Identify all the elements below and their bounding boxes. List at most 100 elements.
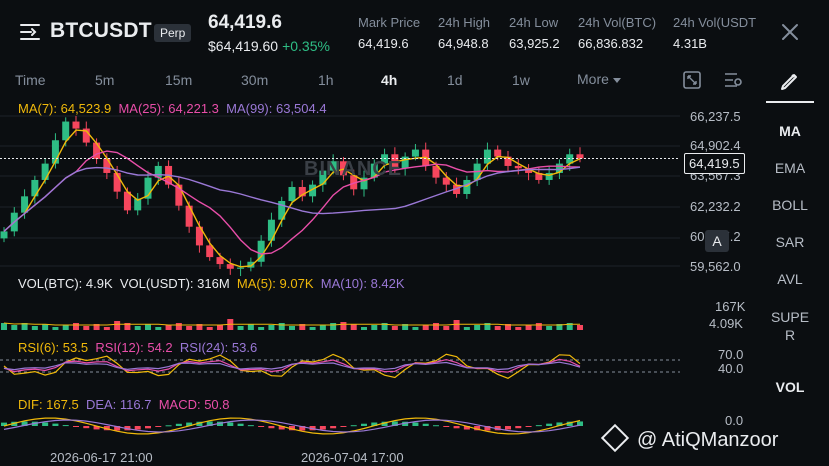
macd-legend: DIF: 167.5 DEA: 116.7 MACD: 50.8 [18, 397, 230, 412]
candle-body [0, 231, 8, 239]
candle-body [576, 154, 584, 159]
close-icon[interactable] [778, 20, 802, 44]
more-intervals-dropdown[interactable]: More [577, 71, 621, 87]
volume-bar [577, 325, 583, 330]
volume-bar [155, 327, 162, 330]
legend-rsi12: RSI(12): 54.2 [95, 340, 173, 355]
volume-bar [494, 326, 501, 330]
macd-bar [237, 423, 244, 426]
legend-rsi6: RSI(6): 53.5 [18, 340, 89, 355]
draw-tool-underline [766, 101, 814, 103]
macd-bar [330, 426, 337, 429]
candles [0, 115, 584, 277]
candle-body [463, 179, 471, 194]
stat-label: 24h Vol(USDT [673, 15, 757, 30]
volume-bar [474, 325, 481, 330]
volume-bar [83, 326, 90, 330]
candle-body [237, 267, 245, 269]
time-axis-label: 2026-06-17 21:00 [50, 450, 153, 465]
legend-ma99: MA(99): 63,504.4 [226, 101, 327, 116]
macd-bar [422, 423, 429, 426]
volume-bar [433, 323, 439, 330]
tab-1w[interactable]: 1w [512, 72, 530, 88]
macd-bar [268, 426, 275, 429]
volume-bar [546, 326, 553, 330]
indicator-ema[interactable]: EMA [762, 160, 818, 176]
rsi12-line [3, 358, 581, 373]
tab-15m[interactable]: 15m [165, 72, 192, 88]
volume-bar [463, 327, 470, 330]
macd-bar [62, 425, 69, 427]
stat-24h-low: 24h Low 63,925.2 [509, 15, 560, 51]
last-price: 64,419.6 [208, 12, 282, 33]
tab-time[interactable]: Time [15, 72, 46, 88]
macd-bar [505, 426, 511, 430]
volume-bar [309, 327, 316, 330]
menu-icon[interactable] [18, 20, 42, 44]
indicator-sar[interactable]: SAR [762, 234, 818, 250]
symbol-title[interactable]: BTCUSDT [50, 19, 152, 43]
rsi-legend: RSI(6): 53.5 RSI(12): 54.2 RSI(24): 53.6 [18, 340, 257, 355]
price-axis-label: 59,562.0 [690, 259, 741, 274]
candle-body [93, 142, 101, 159]
macd-bar [525, 426, 532, 427]
volume-bar [103, 327, 110, 330]
volume-bar [361, 327, 367, 330]
binance-logo-icon [600, 423, 630, 453]
tab-1d[interactable]: 1d [447, 72, 463, 88]
volume-bar [268, 325, 275, 330]
time-axis-label: 2026-07-04 17:00 [301, 450, 404, 465]
volume-ma-line [3, 322, 580, 326]
indicator-boll[interactable]: BOLL [762, 197, 818, 213]
volume-bar [42, 324, 49, 330]
volume-bar [330, 323, 337, 330]
macd-bar [433, 425, 439, 427]
binance-watermark: BINANCE [304, 158, 403, 180]
macd-bar [535, 425, 542, 427]
macd-bar [175, 423, 182, 426]
macd-bar [83, 426, 90, 429]
legend-vol-btc: VOL(BTC): 4.9K [18, 276, 113, 291]
volume-bar [289, 326, 295, 330]
volume-bar [247, 324, 254, 330]
stat-value: 66,836.832 [578, 36, 644, 51]
legend-ma25: MA(25): 64,221.3 [118, 101, 219, 116]
auto-scale-button[interactable]: A [705, 230, 729, 252]
chevron-down-icon [612, 77, 621, 83]
macd-bar [247, 425, 254, 427]
indicator-avl[interactable]: AVL [762, 271, 818, 287]
stat-mark-price: Mark Price 64,419.6 [358, 15, 420, 51]
ma-legend: MA(7): 64,523.9 MA(25): 64,221.3 MA(99):… [18, 101, 327, 116]
volume-bar [340, 322, 347, 330]
legend-ma7: MA(7): 64,523.9 [18, 101, 112, 116]
fullscreen-icon[interactable] [682, 70, 702, 90]
macd-bar [319, 426, 326, 430]
candle-body [31, 179, 39, 197]
indicator-vol[interactable]: VOL [762, 379, 818, 395]
volume-bar [535, 323, 542, 330]
indicator-super[interactable]: SUPER [770, 308, 810, 344]
volume-bar [237, 326, 244, 330]
rsi-axis-label: 40.0 [718, 361, 744, 376]
volume-bar [350, 324, 357, 330]
legend-vol-ma5: MA(5): 9.07K [236, 276, 314, 291]
tab-1h[interactable]: 1h [318, 72, 334, 88]
macd-bar [227, 422, 234, 426]
volume-bar [175, 323, 182, 330]
chart-settings-icon[interactable] [723, 70, 743, 90]
perp-badge: Perp [154, 24, 192, 42]
stat-24h-high: 24h High 64,948.8 [438, 15, 490, 51]
indicator-ma[interactable]: MA [762, 123, 818, 139]
tab-30m[interactable]: 30m [241, 72, 268, 88]
tab-4h[interactable]: 4h [381, 72, 397, 88]
volume-bar [217, 325, 223, 330]
draw-tool-icon[interactable] [778, 69, 802, 93]
tab-5m[interactable]: 5m [95, 72, 114, 88]
stat-value: 63,925.2 [509, 36, 560, 51]
volume-bar [515, 327, 522, 330]
volume-bar [114, 321, 121, 330]
volume-bar [165, 325, 172, 330]
stat-value: 4.31B [673, 36, 707, 51]
user-watermark: @ AtiQManzoor [600, 423, 778, 453]
volume-bar [422, 325, 429, 330]
